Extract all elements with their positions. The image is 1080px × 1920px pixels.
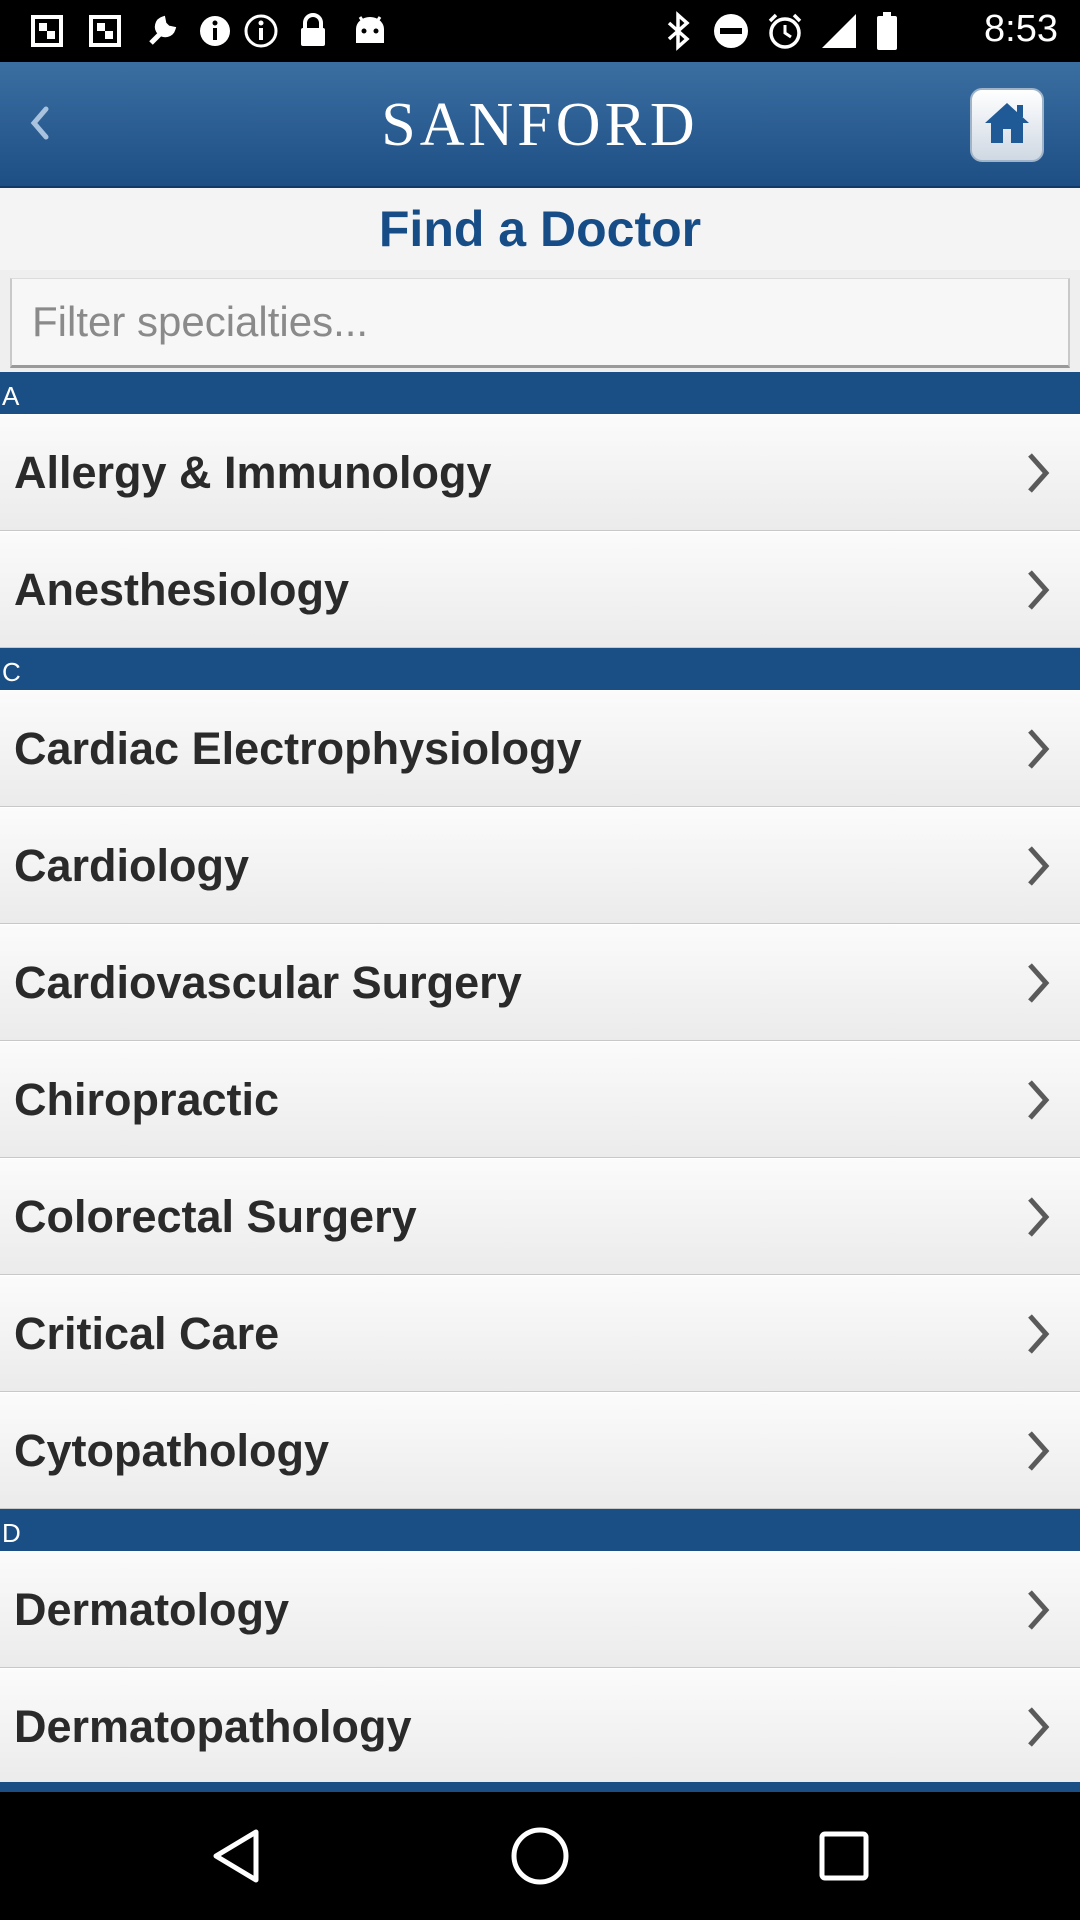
- alarm-icon: [764, 10, 806, 52]
- list-item[interactable]: Dermatology: [0, 1551, 1080, 1668]
- specialty-label: Dermatology: [14, 1583, 290, 1635]
- chevron-right-icon: [1018, 1276, 1058, 1391]
- list-item[interactable]: Dermatopathology: [0, 1668, 1080, 1785]
- chevron-right-icon: [1018, 415, 1058, 530]
- section-header-c: C: [0, 648, 1080, 690]
- chevron-right-icon: [1018, 1669, 1058, 1784]
- sanford-logo: SANFORD: [320, 88, 760, 162]
- list-item[interactable]: Anesthesiology: [0, 531, 1080, 648]
- info-icon: [240, 10, 282, 52]
- specialty-label: Critical Care: [14, 1307, 280, 1359]
- list-bottom-divider: [0, 1782, 1080, 1792]
- specialty-label: Dermatopathology: [14, 1700, 412, 1752]
- chevron-right-icon: [1018, 1393, 1058, 1508]
- specialty-label: Allergy & Immunology: [14, 446, 492, 498]
- notification-icon: [26, 10, 68, 52]
- specialty-label: Cytopathology: [14, 1424, 329, 1476]
- specialty-label: Anesthesiology: [14, 563, 350, 615]
- chevron-right-icon: [1018, 1042, 1058, 1157]
- specialty-label: Cardiac Electrophysiology: [14, 722, 582, 774]
- chevron-right-icon: [1018, 808, 1058, 923]
- filter-specialties-input[interactable]: [10, 278, 1070, 368]
- list-item[interactable]: Cardiology: [0, 807, 1080, 924]
- chevron-left-icon: [28, 103, 52, 148]
- list-item[interactable]: Cardiovascular Surgery: [0, 924, 1080, 1041]
- recents-nav-icon[interactable]: [804, 1816, 884, 1896]
- chevron-right-icon: [1018, 532, 1058, 647]
- logo-text: SANFORD: [381, 90, 699, 159]
- section-header-a: A: [0, 372, 1080, 414]
- content-area: Find a Doctor A Allergy & Immunology Ane…: [0, 188, 1080, 1792]
- chevron-right-icon: [1018, 1159, 1058, 1274]
- signal-icon: [818, 10, 860, 52]
- list-item[interactable]: Chiropractic: [0, 1041, 1080, 1158]
- list-item[interactable]: Allergy & Immunology: [0, 414, 1080, 531]
- do-not-disturb-icon: [710, 10, 752, 52]
- specialty-label: Cardiovascular Surgery: [14, 956, 522, 1008]
- status-bar: 8:53: [0, 0, 1080, 62]
- specialty-label: Chiropractic: [14, 1073, 280, 1125]
- app-header: SANFORD: [0, 62, 1080, 188]
- notification-icon: [84, 10, 126, 52]
- home-icon: [981, 99, 1033, 152]
- status-time: 8:53: [984, 8, 1058, 50]
- specialty-label: Cardiology: [14, 839, 250, 891]
- bluetooth-icon: [658, 10, 698, 52]
- chevron-right-icon: [1018, 925, 1058, 1040]
- page-title: Find a Doctor: [0, 188, 1080, 270]
- list-item[interactable]: Cardiac Electrophysiology: [0, 690, 1080, 807]
- android-icon: [346, 10, 394, 52]
- filter-container: [0, 270, 1080, 372]
- back-nav-icon[interactable]: [196, 1816, 276, 1896]
- battery-icon: [872, 10, 902, 52]
- back-button[interactable]: [0, 62, 80, 188]
- navigation-bar: [0, 1792, 1080, 1920]
- list-item[interactable]: Critical Care: [0, 1275, 1080, 1392]
- lock-icon: [292, 10, 334, 52]
- section-header-d: D: [0, 1509, 1080, 1551]
- chevron-right-icon: [1018, 1552, 1058, 1667]
- chevron-right-icon: [1018, 691, 1058, 806]
- wrench-icon: [140, 10, 182, 52]
- info-icon: [194, 10, 236, 52]
- specialty-label: Colorectal Surgery: [14, 1190, 417, 1242]
- list-item[interactable]: Colorectal Surgery: [0, 1158, 1080, 1275]
- home-nav-icon[interactable]: [500, 1816, 580, 1896]
- home-button[interactable]: [970, 88, 1044, 162]
- list-item[interactable]: Cytopathology: [0, 1392, 1080, 1509]
